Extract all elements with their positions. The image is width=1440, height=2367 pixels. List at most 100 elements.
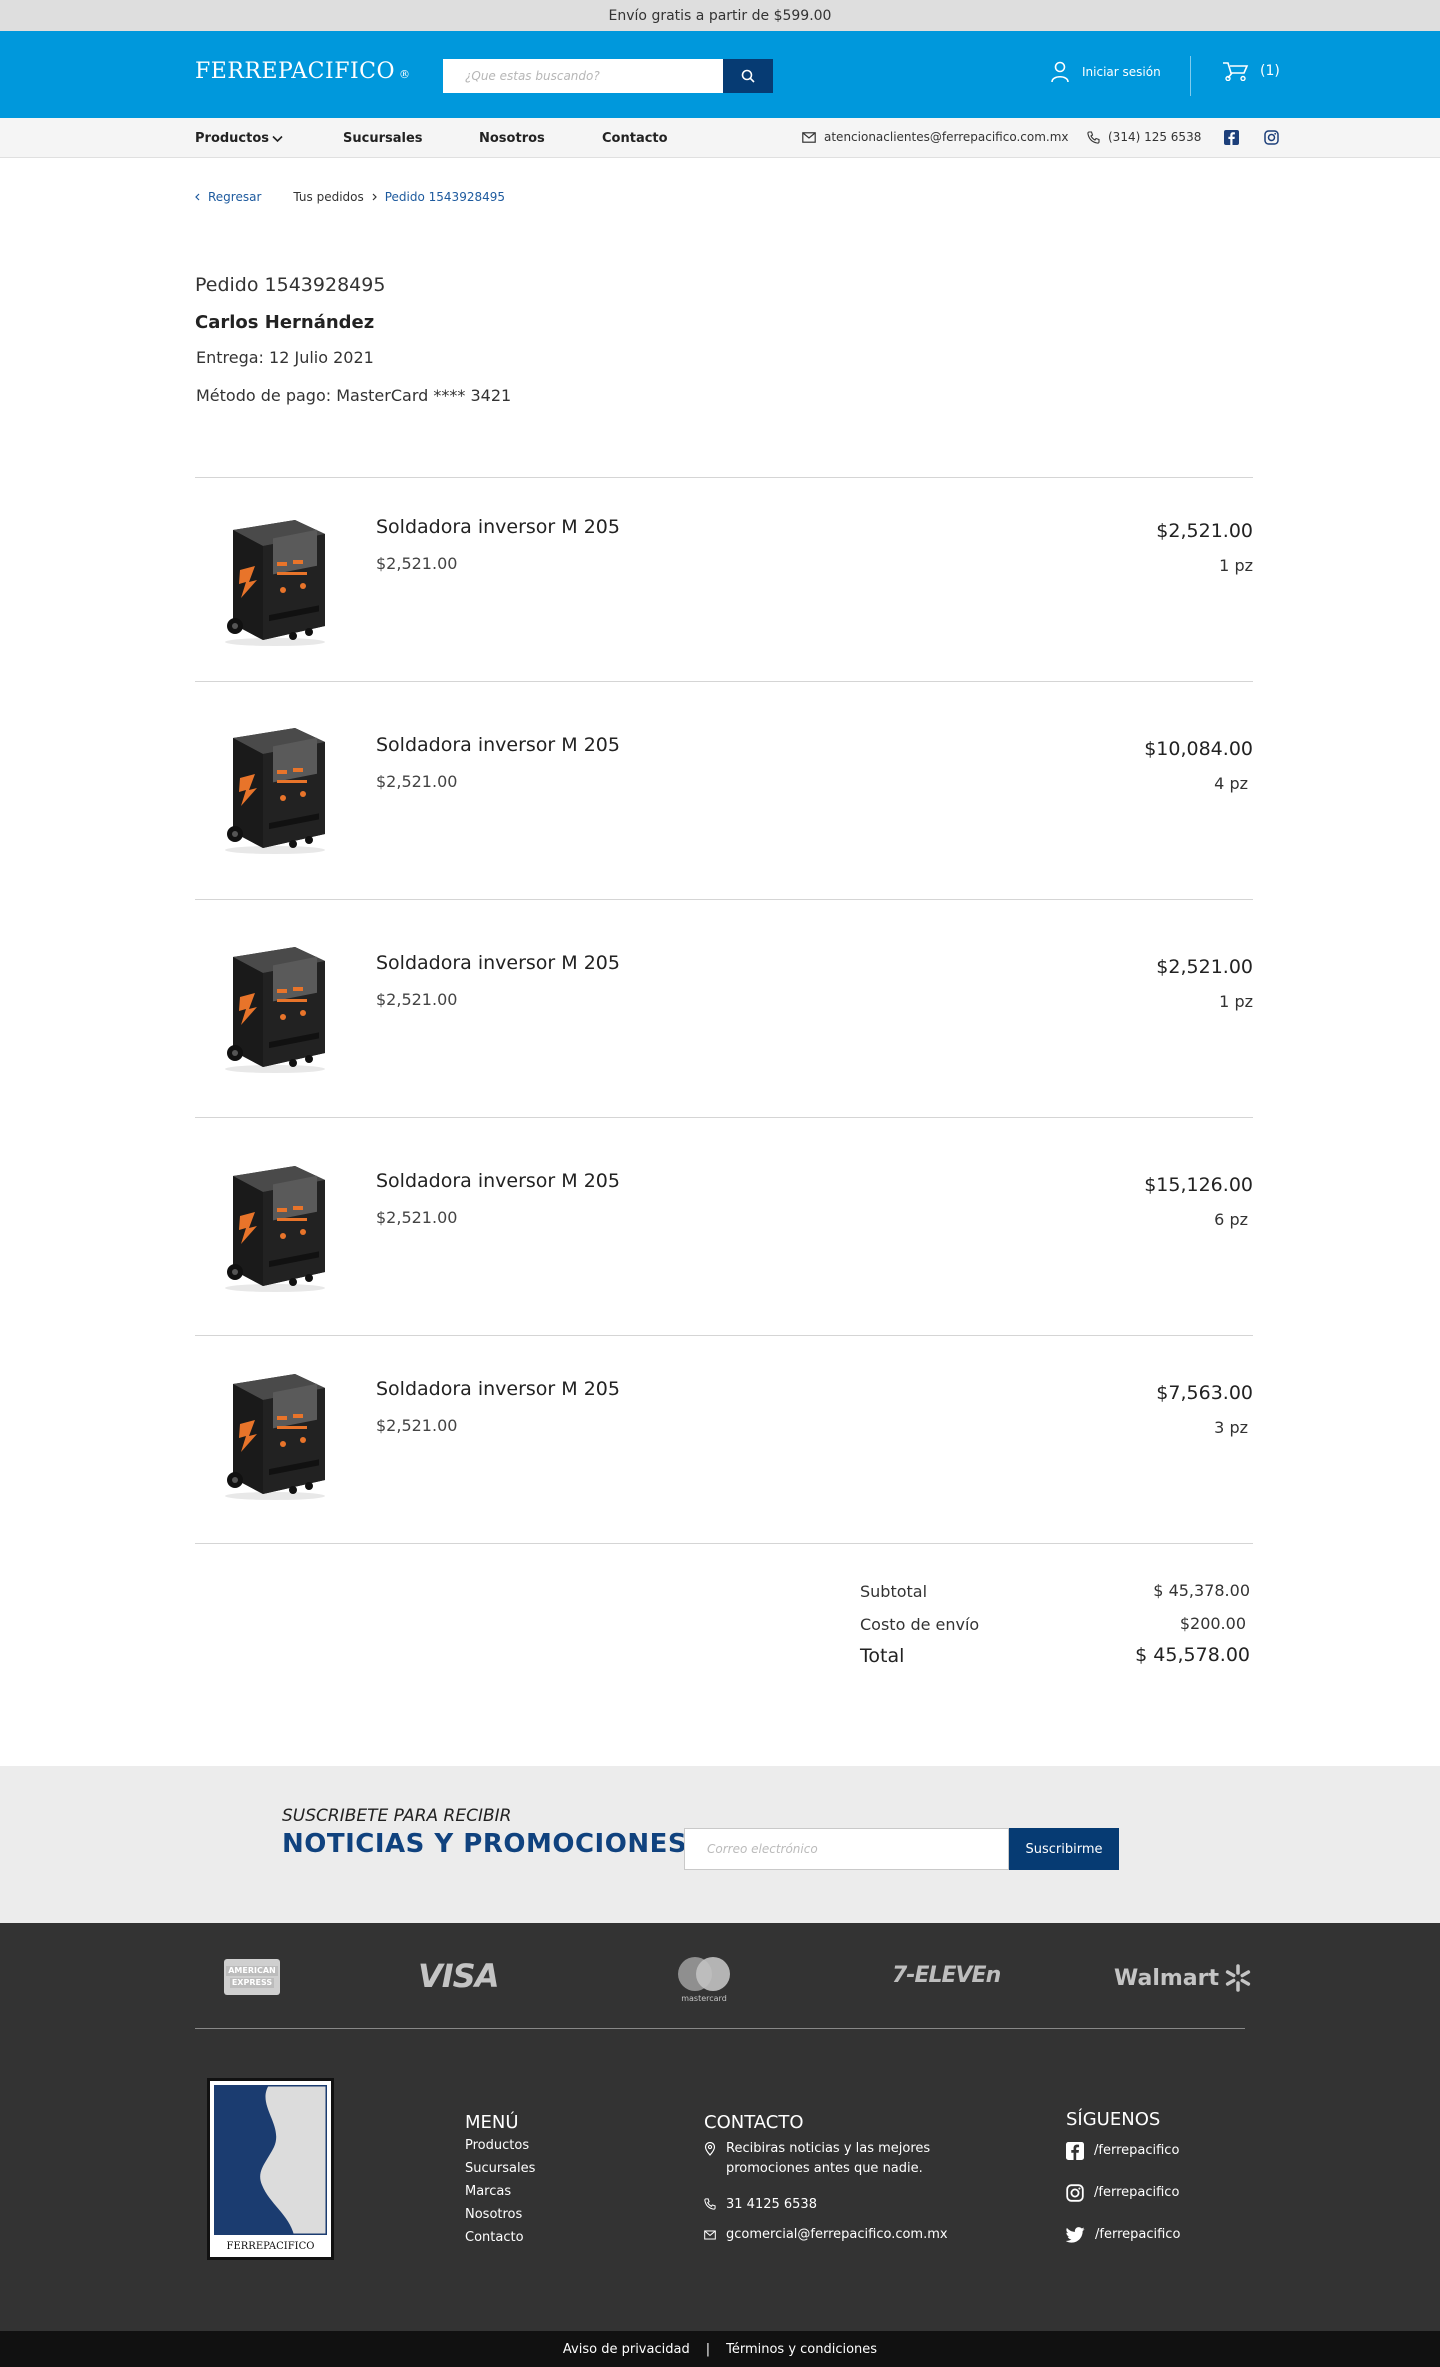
legal-bar: Aviso de privacidad | Términos y condici… <box>0 2331 1440 2367</box>
breadcrumb-orders[interactable]: Tus pedidos <box>293 190 363 204</box>
nav-email-text: atencionaclientes@ferrepacifico.com.mx <box>824 130 1069 144</box>
promo-text: Envío gratis a partir de $599.00 <box>608 7 832 24</box>
newsletter-title: NOTICIAS Y PROMOCIONES <box>282 1829 688 1859</box>
product-image[interactable] <box>213 1362 333 1502</box>
total-label: Total <box>860 1645 905 1667</box>
newsletter-email-input[interactable] <box>684 1828 1009 1870</box>
product-unit-price: $2,521.00 <box>376 554 458 573</box>
visa-logo: VISA <box>418 1957 499 1995</box>
search-button[interactable] <box>723 59 773 93</box>
shipping-label: Costo de envío <box>860 1615 980 1634</box>
search-icon <box>741 69 755 83</box>
newsletter-pretitle: SUSCRIBETE PARA RECIBIR <box>282 1806 512 1826</box>
product-quantity: 4 pz <box>1214 774 1248 793</box>
nav-item-nosotros[interactable]: Nosotros <box>479 131 545 146</box>
product-name[interactable]: Soldadora inversor M 205 <box>376 952 620 974</box>
product-image[interactable] <box>213 1154 333 1294</box>
logo[interactable]: FERREPACIFICO ® <box>195 59 411 84</box>
chevron-right-icon <box>372 193 377 201</box>
instagram-icon[interactable] <box>1264 130 1279 145</box>
breadcrumb: Regresar Tus pedidos Pedido 1543928495 <box>195 190 505 204</box>
terms-link[interactable]: Términos y condiciones <box>726 2342 877 2357</box>
product-image[interactable] <box>213 508 333 648</box>
footer-social-heading: SÍGUENOS <box>1066 2109 1161 2130</box>
delivery-date: Entrega: 12 Julio 2021 <box>196 348 374 367</box>
product-unit-price: $2,521.00 <box>376 990 458 1009</box>
login-label: Iniciar sesión <box>1082 65 1161 79</box>
nav-item-sucursales[interactable]: Sucursales <box>343 131 423 146</box>
search-bar <box>443 59 773 93</box>
order-title: Pedido 1543928495 <box>195 274 386 296</box>
product-image[interactable] <box>213 716 333 856</box>
product-name[interactable]: Soldadora inversor M 205 <box>376 1378 620 1400</box>
cart-count: (1) <box>1260 63 1280 79</box>
customer-name: Carlos Hernández <box>195 312 375 333</box>
facebook-icon[interactable] <box>1224 130 1239 145</box>
nav-item-contacto[interactable]: Contacto <box>602 131 668 146</box>
product-name[interactable]: Soldadora inversor M 205 <box>376 516 620 538</box>
footer-menu-heading: MENÚ <box>465 2112 519 2133</box>
footer-twitter-link[interactable]: /ferrepacifico <box>1066 2225 1180 2245</box>
amex-logo-top: AMERICAN <box>226 1966 278 1976</box>
legal-separator: | <box>705 2341 711 2357</box>
site-header: FERREPACIFICO® Iniciar sesión (1) <box>0 31 1440 118</box>
footer-link-marcas[interactable]: Marcas <box>465 2184 511 2199</box>
phone-icon <box>704 2198 716 2210</box>
user-icon <box>1051 61 1069 83</box>
product-line-total: $10,084.00 <box>1144 738 1253 760</box>
footer-logo-text: FERREPACIFICO <box>226 2241 315 2252</box>
divider <box>195 899 1253 900</box>
walmart-spark-icon <box>1225 1964 1251 1992</box>
product-quantity: 6 pz <box>1214 1210 1248 1229</box>
product-line-total: $2,521.00 <box>1156 956 1253 978</box>
footer-facebook-text: /ferrepacifico <box>1094 2143 1180 2158</box>
newsletter-section: SUSCRIBETE PARA RECIBIR NOTICIAS Y PROMO… <box>0 1766 1440 1923</box>
footer-instagram-text: /ferrepacifico <box>1094 2185 1180 2200</box>
logo-text: FERREPACIFICO <box>195 59 396 84</box>
mastercard-logo: mastercard <box>672 1953 736 2005</box>
total-value: $ 45,578.00 <box>1135 1644 1250 1666</box>
mastercard-logo-text: mastercard <box>681 1994 727 2003</box>
search-input[interactable] <box>443 59 723 93</box>
login-link[interactable]: Iniciar sesión <box>1050 61 1161 83</box>
product-quantity: 1 pz <box>1219 992 1253 1011</box>
nav-email[interactable]: atencionaclientes@ferrepacifico.com.mx <box>802 130 1069 144</box>
product-line-total: $15,126.00 <box>1144 1174 1253 1196</box>
divider <box>195 477 1253 478</box>
footer-link-contacto[interactable]: Contacto <box>465 2230 524 2245</box>
footer-instagram-link[interactable]: /ferrepacifico <box>1066 2183 1179 2203</box>
promo-bar: Envío gratis a partir de $599.00 <box>0 0 1440 31</box>
footer-link-nosotros[interactable]: Nosotros <box>465 2207 522 2222</box>
breadcrumb-back[interactable]: Regresar <box>195 190 261 204</box>
nav-phone[interactable]: (314) 125 6538 <box>1087 130 1201 144</box>
amex-logo: AMERICAN EXPRESS <box>224 1959 280 1995</box>
location-pin-icon <box>704 2142 716 2156</box>
product-unit-price: $2,521.00 <box>376 772 458 791</box>
footer-contact-news-text: Recibiras noticias y las mejores promoci… <box>726 2141 931 2176</box>
cart-button[interactable]: (1) <box>1222 61 1280 81</box>
footer-contact-phone[interactable]: 31 4125 6538 <box>704 2195 817 2215</box>
nav-item-productos[interactable]: Productos <box>195 131 283 146</box>
footer-facebook-link[interactable]: /ferrepacifico <box>1066 2141 1179 2161</box>
product-name[interactable]: Soldadora inversor M 205 <box>376 1170 620 1192</box>
footer-link-sucursales[interactable]: Sucursales <box>465 2161 535 2176</box>
subtotal-label: Subtotal <box>860 1582 928 1601</box>
nav-phone-text: (314) 125 6538 <box>1108 130 1202 144</box>
logo-registered-mark: ® <box>399 68 411 81</box>
product-unit-price: $2,521.00 <box>376 1208 458 1227</box>
subscribe-button[interactable]: Suscribirme <box>1009 1828 1119 1870</box>
product-line-total: $7,563.00 <box>1156 1382 1253 1404</box>
product-image[interactable] <box>213 935 333 1075</box>
walmart-logo-text: Walmart <box>1114 1965 1220 1991</box>
shipping-value: $200.00 <box>1179 1614 1246 1633</box>
divider <box>195 681 1253 682</box>
product-name[interactable]: Soldadora inversor M 205 <box>376 734 620 756</box>
privacy-link[interactable]: Aviso de privacidad <box>563 2342 690 2357</box>
footer-contact-email[interactable]: gcomercial@ferrepacifico.com.mx <box>704 2225 948 2245</box>
footer-link-productos[interactable]: Productos <box>465 2138 529 2153</box>
product-quantity: 3 pz <box>1214 1418 1248 1437</box>
seven-eleven-logo: 7-ELEVEn <box>892 1963 1001 1988</box>
footer-logo: FERREPACIFICO <box>207 2078 334 2260</box>
chevron-left-icon <box>195 193 200 201</box>
main-nav: Productos Sucursales Nosotros Contacto a… <box>0 118 1440 158</box>
